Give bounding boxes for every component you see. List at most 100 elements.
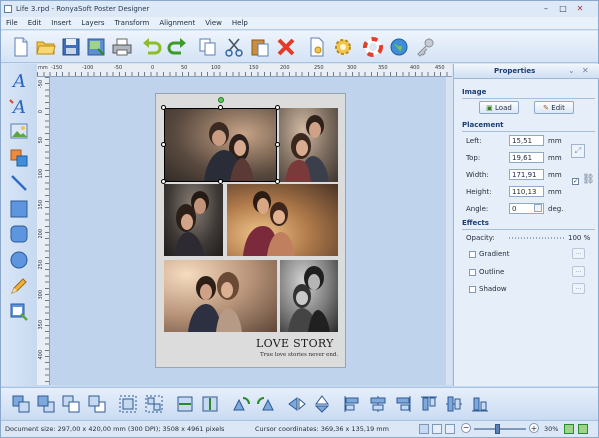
delete-icon[interactable] (276, 37, 296, 57)
open-folder-icon[interactable] (36, 37, 56, 57)
menu-view[interactable]: View (200, 19, 227, 27)
print-icon[interactable] (112, 37, 132, 57)
group-icon[interactable] (118, 394, 138, 414)
document-properties-icon[interactable] (307, 37, 327, 57)
shadow-options-button[interactable]: ... (572, 283, 585, 294)
send-to-back-icon[interactable] (87, 394, 107, 414)
pencil-tool-icon[interactable] (9, 276, 29, 296)
menu-insert[interactable]: Insert (46, 19, 76, 27)
edit-image-button[interactable]: ✎ Edit (534, 101, 574, 114)
send-backward-icon[interactable] (61, 394, 81, 414)
maximize-icon[interactable]: □ (556, 3, 570, 14)
zoom-out-icon[interactable]: − (461, 423, 471, 433)
help-lifebuoy-icon[interactable] (363, 37, 383, 57)
image-tool-icon[interactable] (9, 121, 29, 141)
resize-handle[interactable] (161, 142, 166, 147)
photo-couple-dark[interactable] (164, 184, 223, 256)
undo-icon[interactable] (142, 37, 162, 57)
fit-to-page-icon[interactable]: ⤢ (571, 144, 585, 158)
height-field[interactable]: 110,13 (509, 186, 544, 197)
resize-handle[interactable] (218, 105, 223, 110)
bring-to-front-icon[interactable] (11, 394, 31, 414)
rotate-right-icon[interactable] (256, 394, 276, 414)
text-tool-icon[interactable]: A (9, 70, 29, 92)
width-field[interactable]: 171,91 (509, 169, 544, 180)
menu-transform[interactable]: Transform (110, 19, 155, 27)
chevron-down-icon[interactable]: ⌄ (568, 66, 575, 75)
new-document-icon[interactable] (11, 37, 31, 57)
ellipse-tool-icon[interactable] (9, 250, 29, 270)
actual-size-icon[interactable] (578, 424, 588, 434)
poster-subtitle[interactable]: True love stories never end. (260, 352, 338, 358)
register-key-icon[interactable] (415, 37, 435, 57)
align-top-icon[interactable] (419, 394, 439, 414)
rotate-left-icon[interactable] (231, 394, 251, 414)
zoom-slider-thumb[interactable] (495, 424, 500, 434)
view-mode-icon[interactable] (432, 424, 442, 434)
photo-couple-sunset[interactable] (227, 184, 338, 256)
poster-page[interactable]: LOVE STORY True love stories never end. (155, 93, 346, 368)
cut-icon[interactable] (224, 37, 244, 57)
left-field[interactable]: 15,51 (509, 135, 544, 146)
clipart-tool-icon[interactable] (9, 148, 29, 168)
view-mode-icon[interactable] (445, 424, 455, 434)
shadow-checkbox[interactable] (469, 286, 476, 293)
fit-height-icon[interactable] (200, 394, 220, 414)
resize-handle[interactable] (218, 179, 223, 184)
close-panel-icon[interactable]: ✕ (582, 66, 589, 75)
line-tool-icon[interactable] (9, 173, 29, 193)
align-left-icon[interactable] (342, 394, 362, 414)
website-globe-icon[interactable] (389, 37, 409, 57)
photo-couple-bw[interactable] (280, 260, 338, 332)
calendar-tool-icon[interactable] (9, 302, 29, 322)
align-middle-icon[interactable] (444, 394, 464, 414)
link-chain-icon[interactable]: ⛓ (582, 174, 595, 185)
menu-help[interactable]: Help (227, 19, 253, 27)
resize-handle[interactable] (161, 105, 166, 110)
zoom-in-icon[interactable]: + (529, 423, 539, 433)
gradient-checkbox[interactable] (469, 251, 476, 258)
settings-gear-icon[interactable] (333, 37, 353, 57)
flip-horizontal-icon[interactable] (287, 394, 307, 414)
curved-text-tool-icon[interactable]: A (9, 96, 29, 118)
save-icon[interactable] (61, 37, 81, 57)
load-image-button[interactable]: ▣ Load (479, 101, 519, 114)
menu-edit[interactable]: Edit (23, 19, 47, 27)
ungroup-icon[interactable] (144, 394, 164, 414)
photo-couple-portrait[interactable] (279, 108, 338, 182)
resize-handle[interactable] (275, 179, 280, 184)
paste-icon[interactable] (250, 37, 270, 57)
canvas-scrollbar-vertical[interactable] (446, 77, 452, 385)
menu-file[interactable]: File (1, 19, 23, 27)
rotate-handle[interactable] (218, 97, 224, 103)
redo-icon[interactable] (167, 37, 187, 57)
top-field[interactable]: 19,61 (509, 152, 544, 163)
close-icon[interactable]: ✕ (573, 3, 587, 14)
keep-aspect-checkbox[interactable]: ✓ (572, 178, 579, 185)
resize-handle[interactable] (275, 142, 280, 147)
align-center-icon[interactable] (368, 394, 388, 414)
design-canvas[interactable]: LOVE STORY True love stories never end. (50, 77, 452, 385)
export-image-icon[interactable] (86, 37, 106, 57)
fit-width-icon[interactable] (175, 394, 195, 414)
fit-page-icon[interactable] (564, 424, 574, 434)
menu-layers[interactable]: Layers (76, 19, 109, 27)
resize-handle[interactable] (161, 179, 166, 184)
angle-spinner-icon[interactable] (534, 204, 542, 212)
align-bottom-icon[interactable] (470, 394, 490, 414)
menu-alignment[interactable]: Alignment (154, 19, 200, 27)
resize-handle[interactable] (275, 105, 280, 110)
photo-couple-bright[interactable] (164, 260, 277, 332)
view-mode-icon[interactable] (419, 424, 429, 434)
rectangle-tool-icon[interactable] (9, 199, 29, 219)
opacity-slider[interactable] (509, 237, 564, 239)
gradient-options-button[interactable]: ... (572, 248, 585, 259)
bring-forward-icon[interactable] (36, 394, 56, 414)
zoom-slider[interactable] (474, 428, 526, 430)
minimize-icon[interactable]: – (539, 3, 553, 14)
outline-options-button[interactable]: ... (572, 266, 585, 277)
align-right-icon[interactable] (393, 394, 413, 414)
poster-title[interactable]: LOVE STORY (256, 337, 334, 350)
flip-vertical-icon[interactable] (312, 394, 332, 414)
copy-icon[interactable] (198, 37, 218, 57)
